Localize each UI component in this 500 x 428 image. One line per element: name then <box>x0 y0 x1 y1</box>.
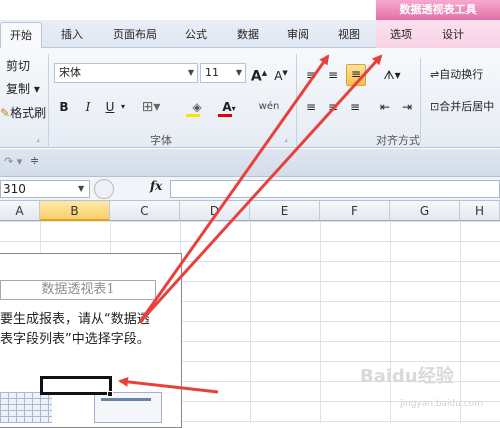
arrow-to-selected-cell <box>118 376 219 394</box>
arrow-to-view-tab <box>138 54 330 323</box>
annotation-arrows <box>118 54 383 394</box>
arrow-to-options-tab <box>138 54 383 324</box>
